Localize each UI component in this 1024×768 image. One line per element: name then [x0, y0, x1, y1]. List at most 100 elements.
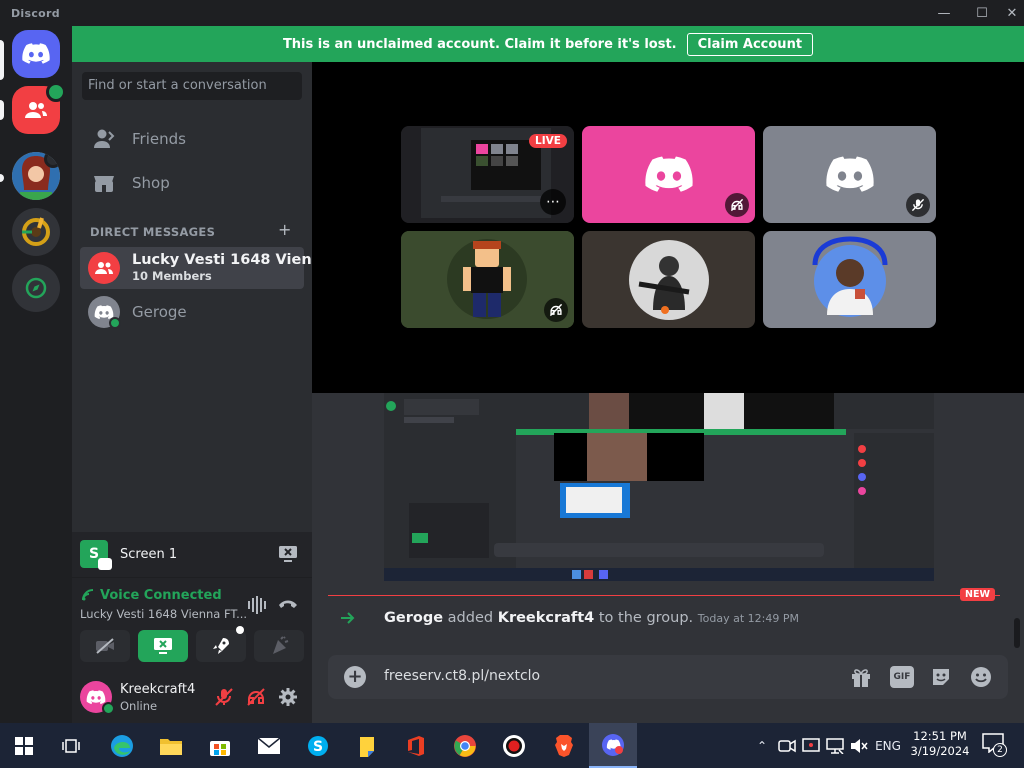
home-button[interactable] — [12, 30, 60, 78]
compass-server-button[interactable] — [12, 208, 60, 256]
camera-tray-icon[interactable] — [778, 739, 796, 753]
screen-capture-tray-icon[interactable] — [802, 738, 820, 754]
search-input[interactable]: Find or start a conversation — [82, 72, 302, 100]
toggle-video-button[interactable] — [80, 630, 130, 662]
participant-tile-soldier[interactable] — [582, 231, 755, 328]
participant-tile-pink[interactable] — [582, 126, 755, 223]
maximize-button[interactable]: ☐ — [970, 3, 994, 23]
gift-icon[interactable] — [850, 666, 872, 688]
stop-screen-share-icon[interactable] — [278, 545, 298, 563]
shared-screenshot-embed[interactable] — [384, 393, 934, 581]
title-bar: Discord — ☐ ✕ — [0, 0, 1024, 26]
camera-off-icon — [96, 638, 114, 654]
sticker-icon[interactable] — [930, 666, 952, 688]
discord-taskbar-button[interactable] — [589, 723, 637, 768]
friends-icon — [94, 129, 115, 148]
soundboard-button[interactable] — [254, 630, 304, 662]
nav-shop[interactable]: Shop — [80, 162, 304, 204]
app-title: Discord — [11, 7, 60, 20]
dm-item-geroge[interactable]: Geroge — [80, 291, 304, 333]
mic-muted-icon[interactable] — [214, 687, 234, 707]
edge-icon — [111, 734, 133, 757]
brave-button[interactable] — [540, 723, 588, 768]
nav-friends[interactable]: Friends — [80, 118, 304, 160]
store-button[interactable] — [196, 723, 244, 768]
sticky-notes-button[interactable] — [343, 723, 391, 768]
discord-logo-icon — [825, 156, 874, 192]
office-button[interactable] — [392, 723, 440, 768]
tray-overflow-icon[interactable]: ⌃ — [752, 723, 772, 768]
nav-shop-label: Shop — [132, 174, 170, 192]
participant-tile-roblox[interactable] — [401, 231, 574, 328]
actor-name[interactable]: Geroge — [384, 610, 443, 626]
language-indicator[interactable]: ENG — [872, 723, 904, 768]
deafened-badge-icon — [725, 193, 749, 217]
user-status: Online — [120, 699, 158, 713]
voice-channel-name[interactable]: Lucky Vesti 1648 Vienna FT... — [80, 607, 247, 621]
discord-logo-icon — [602, 733, 624, 756]
file-explorer-button[interactable] — [147, 723, 195, 768]
user-panel: Kreekcraft4 Online — [72, 672, 312, 723]
notification-center-button[interactable]: 2 — [982, 733, 1007, 757]
message-timestamp: Today at 12:49 PM — [697, 612, 799, 625]
sticky-notes-icon — [360, 736, 374, 757]
stream-tile-live[interactable]: LIVE ⋯ — [401, 126, 574, 223]
windows-logo-icon — [15, 736, 33, 755]
deafened-badge-icon — [544, 298, 568, 322]
dm-geroge-name: Geroge — [132, 303, 187, 321]
system-message: Geroge added Kreekcraft4 to the group. T… — [384, 610, 799, 626]
group-icon — [25, 102, 47, 118]
noise-suppression-icon[interactable] — [246, 596, 268, 614]
minimize-button[interactable]: — — [932, 3, 956, 23]
edge-button[interactable] — [98, 723, 146, 768]
skype-button[interactable]: S — [294, 723, 342, 768]
participant-tile-kid[interactable] — [763, 231, 936, 328]
screenshot-image-icon — [384, 393, 934, 581]
online-status-icon — [102, 702, 115, 715]
claim-account-button[interactable]: Claim Account — [686, 32, 814, 56]
explore-servers-button[interactable] — [12, 264, 60, 312]
voice-status: Voice Connected — [100, 588, 222, 603]
activities-button[interactable] — [196, 626, 246, 662]
message-composer[interactable]: + freeserv.ct8.pl/nextclo GIF — [328, 655, 1008, 699]
record-icon — [503, 734, 525, 757]
recorder-button[interactable] — [490, 723, 538, 768]
new-messages-divider — [328, 595, 1000, 596]
rocket-icon — [213, 638, 229, 654]
screen-share-panel: S Screen 1 — [72, 532, 312, 578]
more-options-icon[interactable]: ⋯ — [540, 189, 566, 215]
start-button[interactable] — [0, 723, 48, 768]
clock[interactable]: 12:51 PM 3/19/2024 — [908, 729, 972, 759]
disconnect-icon[interactable] — [278, 598, 298, 610]
banner-message: This is an unclaimed account. Claim it b… — [282, 36, 677, 52]
volume-muted-tray-icon[interactable] — [850, 738, 868, 754]
system-rest: to the group. — [598, 610, 694, 626]
system-verb: added — [447, 610, 494, 626]
chat-scrollbar[interactable] — [1014, 618, 1020, 648]
task-view-button[interactable] — [48, 723, 96, 768]
network-tray-icon[interactable] — [826, 738, 844, 754]
message-input[interactable]: freeserv.ct8.pl/nextclo — [384, 668, 540, 684]
emoji-icon[interactable] — [970, 666, 992, 688]
dm-item-group[interactable]: Lucky Vesti 1648 Vien... 10 Members — [80, 247, 328, 289]
deafened-icon[interactable] — [246, 687, 266, 707]
discord-logo-icon — [644, 156, 693, 192]
chrome-button[interactable] — [441, 723, 489, 768]
folder-icon — [160, 738, 182, 755]
participant-tile-grey[interactable] — [763, 126, 936, 223]
screen-live-icon — [98, 558, 112, 570]
settings-gear-icon[interactable] — [278, 687, 298, 707]
geroge-avatar — [88, 296, 121, 329]
share-screen-button[interactable] — [138, 630, 188, 662]
group-dm-server-button[interactable] — [12, 82, 66, 134]
user-server-avatar[interactable] — [12, 152, 60, 200]
server-rail — [0, 26, 72, 723]
gif-button[interactable]: GIF — [890, 666, 914, 688]
attach-plus-icon[interactable]: + — [344, 666, 366, 688]
target-name[interactable]: Kreekcraft4 — [498, 610, 595, 626]
mail-button[interactable] — [245, 723, 293, 768]
create-dm-button[interactable]: + — [278, 220, 291, 239]
chrome-icon — [454, 734, 476, 757]
discord-logo-icon — [86, 689, 106, 704]
close-window-button[interactable]: ✕ — [1000, 3, 1024, 23]
